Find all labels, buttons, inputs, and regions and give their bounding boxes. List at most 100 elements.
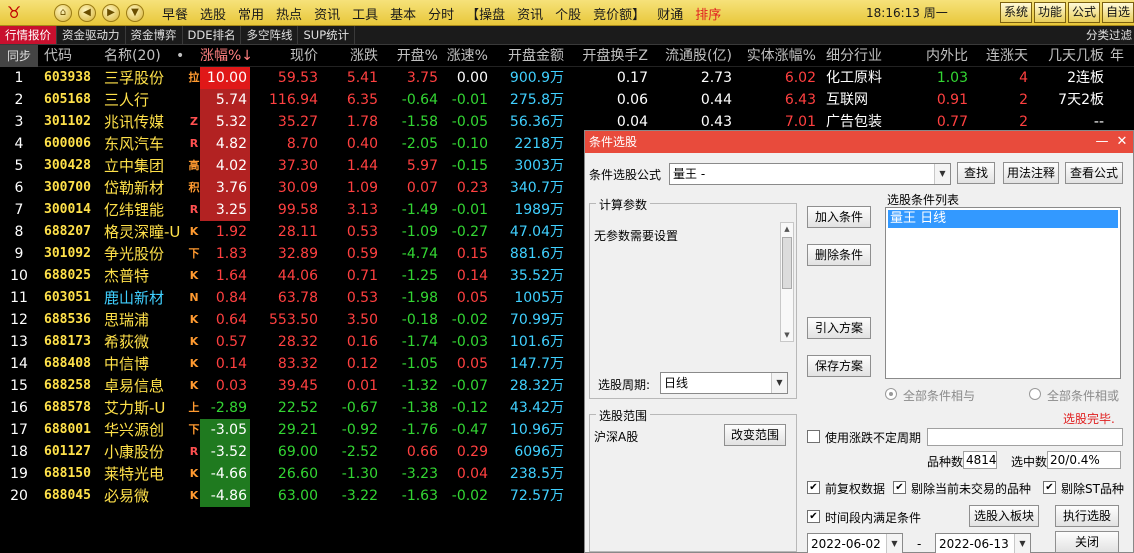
menu-item[interactable]: 分时 (422, 4, 460, 23)
close-button[interactable]: 关闭 (1055, 531, 1119, 553)
column-header[interactable]: 涨速% (438, 45, 488, 67)
column-header[interactable]: 年 (1110, 45, 1134, 67)
tab-1[interactable]: 资金驱动力 (57, 26, 126, 44)
menu-item[interactable]: 排序 (689, 4, 727, 23)
radio-all-or[interactable] (1029, 388, 1041, 400)
menu-item[interactable]: 基本 (384, 4, 422, 23)
condition-list[interactable]: 量王 日线 (885, 207, 1121, 379)
toolbar-button[interactable]: 功能 (1033, 2, 1066, 23)
tab-0[interactable]: 行情报价 (0, 26, 57, 44)
tab-3[interactable]: DDE排名 (183, 26, 242, 44)
back-icon[interactable]: ◀ (78, 4, 96, 22)
params-scrollbar[interactable]: ▲ ▼ (780, 222, 794, 342)
cell-chg: 3.13 (346, 202, 378, 218)
date-from-picker[interactable]: 2022-06-02 ▼ (807, 533, 903, 553)
cell-idx: 2 (14, 92, 24, 108)
column-header[interactable]: 内外比 (912, 45, 968, 67)
menu-item[interactable]: 财通 (651, 4, 689, 23)
radio-all-and[interactable] (885, 388, 897, 400)
view-formula-button[interactable]: 查看公式 (1065, 162, 1123, 184)
column-header[interactable]: 实体涨幅% (732, 45, 816, 67)
menu-item[interactable]: 【操盘 (460, 4, 511, 23)
cell-chg: -1.30 (341, 466, 378, 482)
column-header[interactable]: 连涨天 (968, 45, 1028, 67)
restore-checkbox[interactable]: ✔ (807, 481, 820, 494)
find-button[interactable]: 查找 (957, 162, 995, 184)
chevron-down-icon[interactable]: ▼ (934, 164, 950, 184)
column-header[interactable]: 同步 (0, 45, 38, 67)
column-header[interactable]: 流通股(亿) (648, 45, 732, 67)
date-to-picker[interactable]: 2022-06-13 ▼ (935, 533, 1031, 553)
cell-name: 杰普特 (104, 267, 150, 285)
filter-tab[interactable]: 分类过滤 (1086, 26, 1132, 44)
cell-open-amt: 881.6万 (509, 246, 564, 262)
save-scheme-button[interactable]: 保存方案 (807, 355, 871, 377)
period-checkbox[interactable]: ✔ (807, 510, 820, 523)
toolbar-button[interactable]: 自选 (1101, 2, 1134, 23)
menu-item[interactable]: 工具 (346, 4, 384, 23)
column-header[interactable]: 现价 (252, 45, 318, 67)
column-header[interactable]: 代码 (44, 45, 100, 67)
cell-price: 28.32 (277, 334, 318, 350)
run-select-button[interactable]: 执行选股 (1055, 505, 1119, 527)
column-header[interactable]: 开盘金额 (488, 45, 564, 67)
menu-item[interactable]: 资讯 (308, 4, 346, 23)
cell-open-pct: -4.74 (401, 246, 438, 262)
toolbar-button[interactable]: 系统 (999, 2, 1032, 23)
chevron-down-icon[interactable]: ▼ (771, 373, 787, 393)
chevron-down-icon[interactable]: ▼ (1014, 534, 1030, 553)
exclude-st-checkbox[interactable]: ✔ (1043, 481, 1056, 494)
column-header[interactable]: • (176, 45, 188, 67)
scroll-up-icon[interactable]: ▲ (782, 225, 792, 233)
menu-item[interactable]: 热点 (270, 4, 308, 23)
delete-condition-button[interactable]: 删除条件 (807, 244, 871, 266)
forward-icon[interactable]: ▶ (102, 4, 120, 22)
period-combo[interactable]: 日线 ▼ (660, 372, 788, 394)
column-header[interactable]: 开盘换手Z (564, 45, 648, 67)
uncertain-period-field[interactable] (927, 428, 1123, 446)
column-header[interactable]: 开盘% (378, 45, 438, 67)
cell-speed: -0.01 (451, 202, 488, 218)
dropdown-icon[interactable]: ▼ (126, 4, 144, 22)
menu-item[interactable]: 竞价额】 (587, 4, 651, 23)
column-header[interactable]: 几天几板 (1030, 45, 1104, 67)
range-value: 沪深A股 (594, 430, 639, 444)
import-scheme-button[interactable]: 引入方案 (807, 317, 871, 339)
radio-all-and-label: 全部条件相与 (903, 389, 976, 403)
exclude-suspended-checkbox[interactable]: ✔ (893, 481, 906, 494)
menu-item[interactable]: 资讯 (511, 4, 549, 23)
tab-2[interactable]: 资金博弈 (126, 26, 183, 44)
cell-open-amt: 10.96万 (509, 422, 564, 438)
tab-4[interactable]: 多空阵线 (241, 26, 299, 44)
to-board-button[interactable]: 选股入板块 (969, 505, 1039, 527)
home-icon[interactable]: ⌂ (54, 4, 72, 22)
menu-item[interactable]: 个股 (549, 4, 587, 23)
chevron-down-icon[interactable]: ▼ (886, 534, 902, 553)
column-header[interactable]: 涨幅%↓ (200, 45, 250, 67)
uncertain-period-checkbox[interactable] (807, 430, 820, 443)
cell-float: 2.73 (700, 70, 732, 86)
usage-button[interactable]: 用法注释 (1003, 162, 1059, 184)
add-condition-button[interactable]: 加入条件 (807, 206, 871, 228)
menu-item[interactable]: 常用 (232, 4, 270, 23)
column-header[interactable]: 涨跌 (318, 45, 378, 67)
column-header[interactable]: 细分行业 (826, 45, 912, 67)
scroll-thumb[interactable] (782, 237, 792, 289)
toolbar-button[interactable]: 公式 (1067, 2, 1100, 23)
condition-list-item[interactable]: 量王 日线 (888, 210, 1118, 228)
change-range-button[interactable]: 改变范围 (724, 424, 786, 446)
restore-label: 前复权数据 (825, 482, 886, 496)
menu-item[interactable]: 选股 (194, 4, 232, 23)
formula-combo[interactable]: 量王 - ▼ (669, 163, 951, 185)
table-row[interactable]: 2 605168 三人行 5.74 116.94 6.35 -0.64 -0.01 275.8万… (0, 89, 1134, 111)
cell-chg: 0.01 (346, 378, 378, 394)
scroll-down-icon[interactable]: ▼ (782, 331, 792, 339)
cell-ratio: 1.03 (936, 70, 968, 86)
close-icon[interactable]: ✕ (1113, 131, 1131, 153)
tab-5[interactable]: SUP统计 (298, 26, 356, 44)
menu-item[interactable]: 早餐 (156, 4, 194, 23)
cell-open-pct: 3.75 (406, 70, 438, 86)
table-row[interactable]: 1 603938 三孚股份 拉 10.00 59.53 5.41 3.75 0.00 900.9万… (0, 67, 1134, 89)
cell-name: 中信博 (104, 355, 150, 373)
minimize-icon[interactable]: — (1093, 131, 1111, 153)
